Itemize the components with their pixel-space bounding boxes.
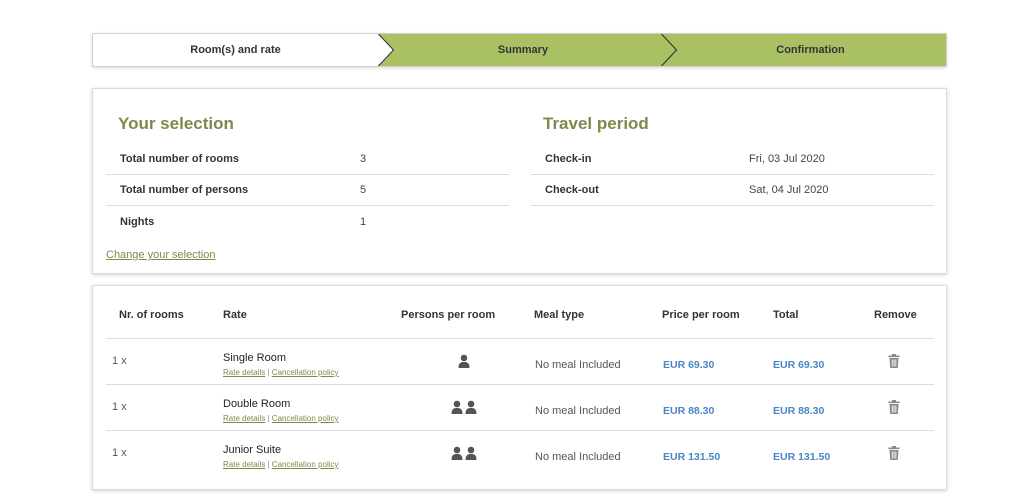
trash-icon — [888, 354, 900, 368]
room-quantity: 1 x — [112, 355, 127, 367]
kv-label: Total number of persons — [120, 184, 249, 196]
person-icon — [465, 400, 477, 414]
kv-value: Sat, 04 Jul 2020 — [749, 184, 829, 196]
travel-row-checkout: Check-out Sat, 04 Jul 2020 — [531, 175, 934, 206]
trash-icon — [888, 446, 900, 460]
row-total: EUR 88.30 — [773, 405, 825, 417]
rate-details-link[interactable]: Rate details — [223, 368, 265, 377]
travel-row-checkin: Check-in Fri, 03 Jul 2020 — [531, 144, 934, 175]
link-separator: | — [267, 414, 270, 423]
room-quantity: 1 x — [112, 447, 127, 459]
header-price-per-room: Price per room — [662, 309, 740, 321]
cancellation-policy-link[interactable]: Cancellation policy — [272, 460, 339, 469]
header-total: Total — [773, 309, 799, 321]
selection-row-persons: Total number of persons 5 — [106, 175, 509, 206]
person-icon — [458, 354, 470, 368]
person-icon — [451, 400, 463, 414]
header-remove: Remove — [874, 309, 917, 321]
header-nr-of-rooms: Nr. of rooms — [119, 309, 184, 321]
link-separator: | — [267, 368, 270, 377]
selection-panel: Your selection Travel period Total numbe… — [92, 88, 947, 274]
header-meal-type: Meal type — [534, 309, 585, 321]
kv-value: Fri, 03 Jul 2020 — [749, 153, 825, 165]
kv-label: Total number of rooms — [120, 153, 239, 165]
your-selection-title: Your selection — [118, 114, 234, 133]
kv-value: 5 — [360, 184, 367, 196]
rate-details-link[interactable]: Rate details — [223, 414, 265, 423]
cancellation-policy-link[interactable]: Cancellation policy — [272, 368, 339, 377]
table-row: 1 x Double Room Rate details | Cancellat… — [106, 385, 934, 431]
rooms-panel: Nr. of rooms Rate Persons per room Meal … — [92, 285, 947, 490]
step-label: Summary — [497, 44, 549, 56]
person-icon — [465, 446, 477, 460]
meal-type: No meal Included — [535, 405, 621, 417]
kv-label: Check-out — [545, 184, 599, 196]
table-row: 1 x Junior Suite Rate details | Cancella… — [106, 431, 934, 477]
selection-row-rooms: Total number of rooms 3 — [106, 144, 509, 175]
kv-value: 3 — [360, 153, 367, 165]
step-rooms-and-rate[interactable]: Room(s) and rate — [93, 34, 378, 66]
remove-room-button[interactable] — [888, 354, 900, 371]
header-persons-per-room: Persons per room — [401, 309, 496, 321]
row-total: EUR 69.30 — [773, 359, 825, 371]
booking-stepper: Room(s) and rate Summary Confirmation — [92, 33, 947, 67]
price-per-room: EUR 88.30 — [663, 405, 715, 417]
rate-name: Single Room — [223, 352, 286, 364]
rate-links: Rate details | Cancellation policy — [223, 460, 339, 469]
price-per-room: EUR 131.50 — [663, 451, 721, 463]
change-selection-link[interactable]: Change your selection — [106, 249, 215, 261]
persons-icons — [431, 446, 497, 460]
link-separator: | — [267, 460, 270, 469]
rate-links: Rate details | Cancellation policy — [223, 368, 339, 377]
persons-icons — [431, 354, 497, 368]
remove-room-button[interactable] — [888, 400, 900, 417]
step-label: Room(s) and rate — [190, 44, 281, 56]
kv-value: 1 — [360, 215, 367, 228]
persons-icons — [431, 400, 497, 414]
rate-name: Double Room — [223, 398, 291, 410]
step-divider-arrow — [661, 34, 678, 66]
remove-room-button[interactable] — [888, 446, 900, 463]
price-per-room: EUR 69.30 — [663, 359, 715, 371]
rate-name: Junior Suite — [223, 444, 282, 456]
kv-label: Check-in — [545, 153, 592, 165]
room-quantity: 1 x — [112, 401, 127, 413]
cancellation-policy-link[interactable]: Cancellation policy — [272, 414, 339, 423]
step-label: Confirmation — [776, 44, 845, 56]
rate-links: Rate details | Cancellation policy — [223, 414, 339, 423]
step-summary[interactable]: Summary — [393, 34, 653, 66]
table-row: 1 x Single Room Rate details | Cancellat… — [106, 339, 934, 385]
meal-type: No meal Included — [535, 359, 621, 371]
meal-type: No meal Included — [535, 451, 621, 463]
person-icon — [451, 446, 463, 460]
trash-icon — [888, 400, 900, 414]
header-rate: Rate — [223, 309, 247, 321]
rate-details-link[interactable]: Rate details — [223, 460, 265, 469]
kv-label: Nights — [120, 215, 155, 228]
step-confirmation[interactable]: Confirmation — [678, 34, 943, 66]
selection-row-nights: Nights 1 — [106, 206, 509, 237]
travel-period-title: Travel period — [543, 114, 649, 133]
row-total: EUR 131.50 — [773, 451, 831, 463]
